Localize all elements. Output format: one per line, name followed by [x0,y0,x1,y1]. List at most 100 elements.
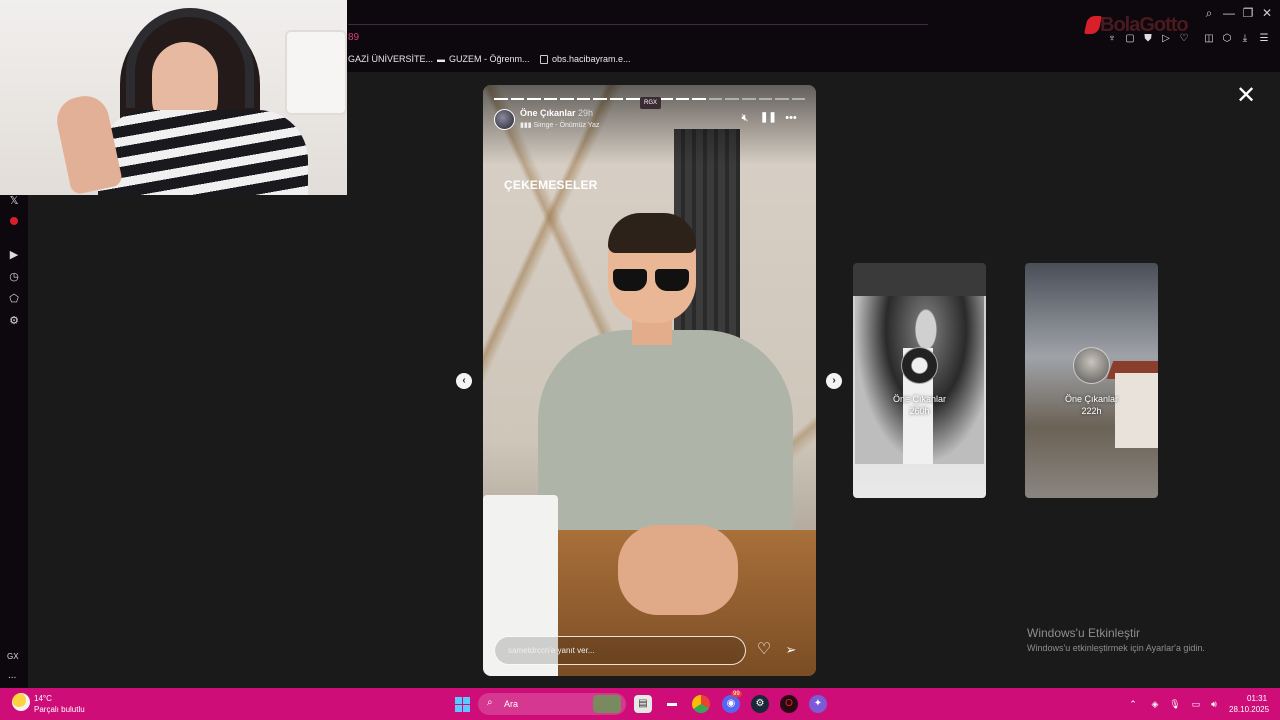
share-button[interactable]: ➢ [781,640,801,660]
ellipsis-icon: ••• [785,112,797,124]
story-author[interactable]: Öne Çıkanlar [520,108,576,118]
lens-left [613,269,647,291]
heart-icon: ♡ [756,641,772,658]
history-icon[interactable]: ◷ [5,268,23,286]
extensions-icon[interactable]: ⬠ [5,290,23,308]
steam-icon[interactable]: ⚙ [751,695,769,713]
flag-icon: ▬ [437,54,445,64]
progress-segment [576,98,591,100]
striped-sweater [98,110,308,195]
windows-logo-tile [463,697,470,704]
chevron-right-icon: › [832,375,836,386]
progress-segment [659,98,673,100]
avatar[interactable] [494,109,515,130]
like-button[interactable]: ♡ [754,640,774,660]
webcam-overlay [0,0,347,195]
progress-segment [626,98,640,100]
chevron-up-icon[interactable]: ⌃ [1126,697,1140,711]
tab-count[interactable]: 89 [348,32,359,43]
download-icon[interactable]: ⤓ [1236,30,1254,48]
opera-gx-icon[interactable]: O [780,695,798,713]
more-icon[interactable]: ... [8,670,16,681]
next-story-button[interactable]: › [826,373,842,389]
bookmark-obs[interactable]: obs.hacibayram.e... [540,54,631,64]
bookmark-label: obs.hacibayram.e... [552,54,631,64]
minimize-icon[interactable]: — [1220,4,1238,22]
preview-time: 222h [1081,406,1102,416]
rgx-badge: RGX [640,97,662,109]
progress-segment [609,98,624,100]
display-icon[interactable]: ▭ [1189,697,1203,711]
progress-segment [775,98,789,100]
progress-segment [543,98,558,100]
weather-condition[interactable]: Parçalı bulutlu [34,705,85,714]
menu-icon[interactable]: ☰ [1255,30,1273,48]
mute-button[interactable]: 🔇︎ [737,111,753,125]
bookmark-label: GUZEM - Öğrenm... [449,54,530,64]
chevron-left-icon: ‹ [462,375,466,386]
activation-title: Windows'u Etkinleştir [1027,626,1140,640]
progress-segment [741,98,756,100]
raised-hand [52,91,124,195]
bookmark-gazi[interactable]: GAZİ ÜNİVERSİTE... [348,54,433,64]
reply-input[interactable] [494,636,746,665]
opera-icon[interactable] [5,213,23,231]
preview-avatar [1073,347,1110,384]
previous-story-button[interactable]: ‹ [456,373,472,389]
snapshot-icon[interactable]: ▢ [1121,30,1139,48]
progress-segment [593,98,607,100]
story-preview[interactable]: Öne Çıkanlar 260h [853,263,986,498]
windows-logo-tile [463,705,470,712]
close-window-icon[interactable]: ✕ [1258,4,1276,22]
volume-icon[interactable]: 🔊︎ [1207,697,1221,711]
clock-time[interactable]: 01:31 [1247,694,1267,703]
weather-icon[interactable] [12,693,30,711]
story-time: 29h [578,108,594,118]
gx-label[interactable]: GX [7,652,19,661]
progress-segment [510,98,525,100]
headset [126,8,254,108]
close-viewer-button[interactable]: ✕ [1234,84,1258,108]
play-icon[interactable]: ▷ [1157,30,1175,48]
music-bars-icon: ▮▮▮ [520,122,532,129]
background-bed [285,30,347,115]
vpn-icon[interactable]: ⛊ [1139,30,1157,48]
close-icon: ✕ [1235,82,1257,109]
file-explorer-icon[interactable]: ▤ [634,695,652,713]
app-launcher-icon[interactable]: ✦ [809,695,827,713]
story-preview[interactable]: Öne Çıkanlar 222h [1025,263,1158,498]
progress-segment [527,98,541,100]
temperature[interactable]: 14°C [34,694,52,703]
discord-icon[interactable]: ◉ [722,695,740,713]
preview-avatar [901,347,938,384]
file-folder-icon[interactable]: ▬ [663,695,681,713]
microphone-icon[interactable]: 🎙︎ [1168,697,1182,711]
pause-icon: ❚❚ [760,112,777,123]
windows-logo-tile [455,705,462,712]
sunglasses [613,269,689,293]
chrome-icon[interactable] [692,695,710,713]
story-viewer[interactable]: RGX Öne Çıkanlar 29h ▮▮▮ Simge - Önümüz … [483,85,816,676]
search-icon: ⌕ [487,697,493,708]
progress-segment [692,98,706,100]
widgets-app-icon[interactable] [593,695,621,713]
cube-icon[interactable]: ⬡ [1218,30,1236,48]
settings-icon[interactable]: ⚙ [5,312,23,330]
wallet-icon[interactable]: ◫ [1200,30,1218,48]
bookmark-guzem[interactable]: ▬ GUZEM - Öğrenm... [437,54,530,64]
start-button[interactable] [455,697,470,712]
discord-badge: 99 [731,691,742,697]
heart-icon[interactable]: ♡ [1175,30,1193,48]
search-icon[interactable]: ⌕ [1200,4,1218,22]
extensions-icon[interactable]: ♆ [1103,30,1121,48]
clock-date[interactable]: 28.10.2025 [1229,705,1269,714]
search-label: Ara [504,699,519,709]
more-options-button[interactable]: ••• [781,111,801,125]
music-title: Simge - Önümüz Yaz [533,122,600,129]
restore-icon[interactable]: ❐ [1239,4,1257,22]
player-icon[interactable]: ▶ [5,246,23,264]
progress-segment [758,98,773,100]
pause-button[interactable]: ❚❚ [760,111,777,125]
story-music[interactable]: ▮▮▮ Simge - Önümüz Yaz [520,121,599,129]
network-icon[interactable]: ◈ [1148,697,1162,711]
